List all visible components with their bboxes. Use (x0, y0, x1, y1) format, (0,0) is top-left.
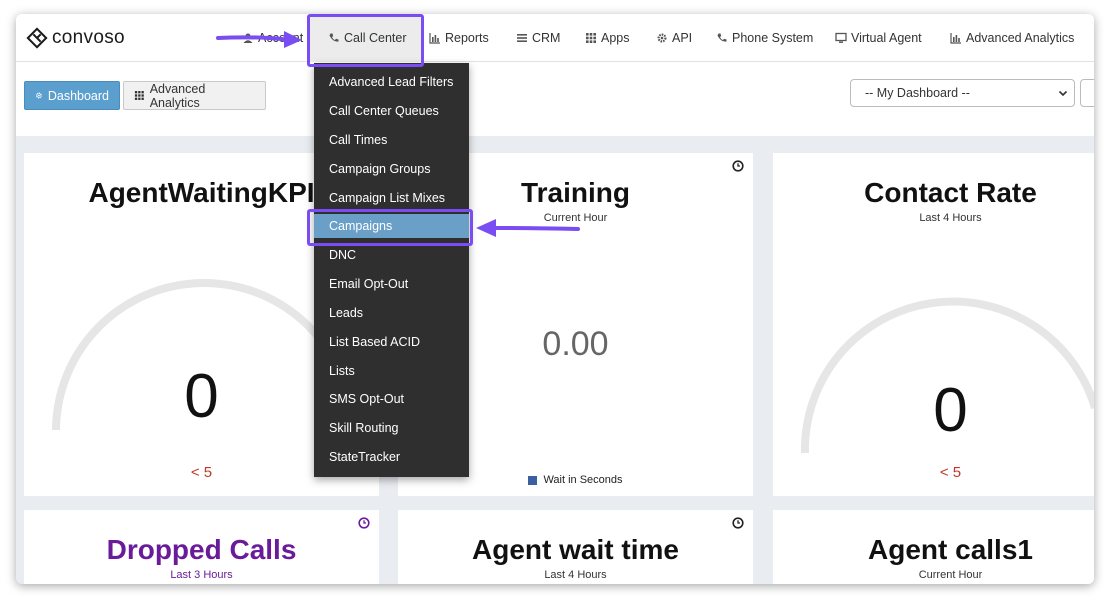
gear-icon (657, 33, 667, 43)
nav-crm-label: CRM (532, 31, 561, 45)
widget-subtitle: Last 4 Hours (544, 569, 607, 581)
call-center-dropdown-menu: Advanced Lead Filters Call Center Queues… (314, 63, 469, 477)
widget-agent-wait-time: Agent wait time Last 4 Hours (398, 510, 753, 584)
widget-agent-calls1: Agent calls1 Current Hour (773, 510, 1094, 584)
menu-item-call-times[interactable]: Call Times (314, 128, 469, 152)
nav-phone-system-label: Phone System (732, 31, 814, 45)
legend-swatch (528, 475, 538, 485)
nav-advanced-analytics-label: Advanced Analytics (966, 31, 1075, 45)
widget-subtitle: Current Hour (918, 569, 983, 581)
nav-account-label: Account (258, 31, 304, 45)
menu-item-campaign-groups[interactable]: Campaign Groups (314, 157, 469, 181)
menu-item-call-center-queues[interactable]: Call Center Queues (314, 99, 469, 123)
menu-item-advanced-lead-filters[interactable]: Advanced Lead Filters (314, 70, 469, 94)
dashboard-toolbar: Dashboard Advanced Analytics -- My Dashb… (16, 62, 1094, 136)
dashboard-button[interactable]: Dashboard (24, 81, 120, 110)
nav-advanced-analytics[interactable]: Advanced Analytics (950, 14, 1074, 62)
app-window: convoso Account Call Center Reports CRM … (16, 14, 1094, 584)
menu-item-sms-opt-out[interactable]: SMS Opt-Out (314, 387, 469, 411)
dashboard-select-value: -- My Dashboard -- (865, 86, 970, 100)
convoso-logo[interactable]: convoso (26, 27, 125, 49)
top-nav: convoso Account Call Center Reports CRM … (16, 14, 1094, 62)
nav-reports-label: Reports (445, 31, 489, 45)
menu-item-dnc[interactable]: DNC (314, 243, 469, 267)
monitor-icon (835, 32, 847, 43)
list-icon (517, 34, 527, 42)
nav-api[interactable]: API (656, 14, 692, 62)
nav-apps-label: Apps (601, 31, 630, 45)
clock-icon[interactable] (732, 160, 744, 172)
widget-subtitle: Last 3 Hours (170, 569, 233, 581)
widget-contact-rate: Contact Rate Last 4 Hours 0 < 5 (773, 153, 1094, 496)
clock-icon[interactable] (732, 517, 744, 529)
gear-icon (35, 92, 42, 99)
widget-dropped-calls: Dropped Calls Last 3 Hours (24, 510, 379, 584)
widget-value: 0 (933, 376, 968, 445)
bar-chart-icon (429, 33, 440, 44)
dashboard-extra-control[interactable] (1080, 79, 1094, 107)
nav-apps[interactable]: Apps (585, 14, 630, 62)
widget-title: Agent wait time (472, 534, 679, 565)
menu-item-leads[interactable]: Leads (314, 301, 469, 325)
widget-title: Dropped Calls (106, 534, 297, 565)
nav-call-center-label: Call Center (344, 31, 407, 45)
dashboard-button-label: Dashboard (47, 88, 109, 103)
widget-threshold: < 5 (939, 464, 962, 481)
grid-icon (134, 91, 144, 100)
nav-call-center[interactable]: Call Center (310, 14, 422, 62)
chevron-down-icon (1058, 90, 1068, 97)
user-icon (243, 33, 253, 43)
menu-item-campaigns[interactable]: Campaigns (314, 214, 469, 238)
nav-virtual-agent-label: Virtual Agent (851, 31, 922, 45)
menu-item-email-opt-out[interactable]: Email Opt-Out (314, 272, 469, 296)
nav-reports[interactable]: Reports (429, 14, 489, 62)
menu-item-statetracker[interactable]: StateTracker (314, 445, 469, 469)
clock-icon[interactable] (358, 517, 370, 529)
advanced-analytics-button-label: Advanced Analytics (149, 81, 206, 110)
logo-text: convoso (52, 27, 125, 48)
bar-chart-icon (950, 33, 961, 44)
menu-item-list-based-acid[interactable]: List Based ACID (314, 330, 469, 354)
nav-phone-system[interactable]: Phone System (716, 14, 813, 62)
advanced-analytics-button[interactable]: Advanced Analytics (123, 81, 266, 110)
phone-icon (329, 33, 339, 42)
grid-icon (586, 33, 596, 43)
legend-label: Wait in Seconds (543, 474, 623, 486)
nav-virtual-agent[interactable]: Virtual Agent (835, 14, 922, 62)
convoso-logo-icon (26, 27, 48, 49)
nav-api-label: API (672, 31, 693, 45)
dashboard-select[interactable]: -- My Dashboard -- (850, 79, 1075, 107)
widget-title: Agent calls1 (868, 534, 1033, 565)
nav-account[interactable]: Account (242, 14, 303, 62)
nav-crm[interactable]: CRM (516, 14, 560, 62)
menu-item-lists[interactable]: Lists (314, 359, 469, 383)
phone-icon (717, 33, 727, 42)
menu-item-campaign-list-mixes[interactable]: Campaign List Mixes (314, 186, 469, 210)
menu-item-skill-routing[interactable]: Skill Routing (314, 416, 469, 440)
